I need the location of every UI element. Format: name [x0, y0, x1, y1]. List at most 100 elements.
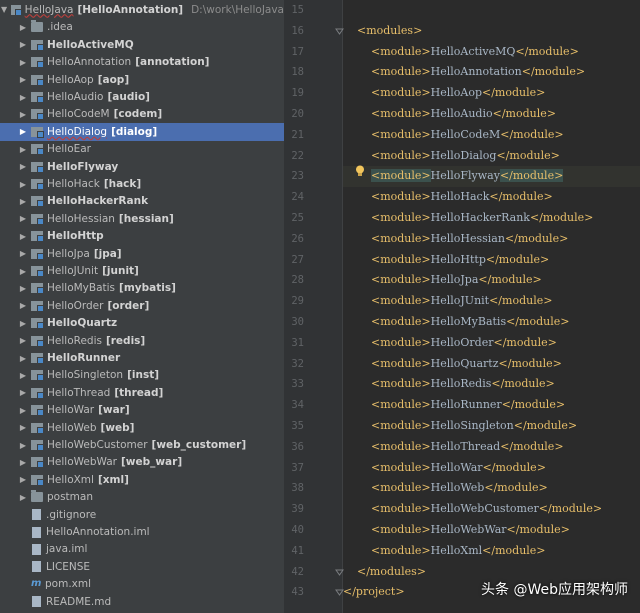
module-folder-icon: [31, 74, 44, 86]
tree-item[interactable]: ▶ HelloDialog [dialog]: [0, 123, 284, 141]
code-line[interactable]: <module>HelloQuartz</module>: [343, 354, 640, 375]
chevron-right-icon[interactable]: ▶: [18, 127, 28, 136]
tree-item[interactable]: ▶ HelloEar: [0, 141, 284, 158]
code-line[interactable]: <module>HelloWeb</module>: [343, 478, 640, 499]
chevron-right-icon[interactable]: ▶: [18, 354, 28, 363]
chevron-right-icon[interactable]: ▶: [18, 423, 28, 432]
chevron-down-icon[interactable]: ▼: [0, 5, 8, 14]
tree-item[interactable]: ▶ HelloRunner: [0, 349, 284, 366]
chevron-right-icon[interactable]: ▶: [18, 180, 28, 189]
code-line[interactable]: <module>HelloRedis</module>: [343, 374, 640, 395]
tree-item[interactable]: ▶ HelloHackerRank: [0, 193, 284, 210]
chevron-right-icon[interactable]: ▶: [18, 162, 28, 171]
chevron-right-icon[interactable]: ▶: [18, 93, 28, 102]
tree-file[interactable]: java.iml: [0, 541, 284, 558]
code-line[interactable]: <module>HelloHttp</module>: [343, 250, 640, 271]
tree-item[interactable]: ▶ HelloJpa [jpa]: [0, 245, 284, 262]
tree-item[interactable]: ▶ HelloHttp: [0, 228, 284, 245]
chevron-right-icon[interactable]: ▶: [18, 284, 28, 293]
code-line[interactable]: <module>HelloXml</module>: [343, 541, 640, 562]
tree-item[interactable]: ▶ HelloThread [thread]: [0, 384, 284, 401]
code-line[interactable]: <module>HelloThread</module>: [343, 437, 640, 458]
chevron-right-icon[interactable]: ▶: [18, 214, 28, 223]
code-line[interactable]: <module>HelloHessian</module>: [343, 229, 640, 250]
tree-item[interactable]: ▶ HelloQuartz: [0, 315, 284, 332]
module-name: HelloXml: [430, 543, 483, 557]
chevron-right-icon[interactable]: ▶: [18, 301, 28, 310]
chevron-right-icon[interactable]: ▶: [18, 75, 28, 84]
code-line[interactable]: <module>HelloMyBatis</module>: [343, 312, 640, 333]
code-line[interactable]: <module>HelloJUnit</module>: [343, 291, 640, 312]
code-line[interactable]: <module>HelloWebCustomer</module>: [343, 499, 640, 520]
chevron-right-icon[interactable]: ▶: [18, 441, 28, 450]
chevron-right-icon[interactable]: ▶: [18, 197, 28, 206]
chevron-right-icon[interactable]: ▶: [18, 475, 28, 484]
tree-file[interactable]: LICENSE: [0, 558, 284, 575]
tree-item[interactable]: ▶ HelloAnnotation [annotation]: [0, 54, 284, 71]
chevron-right-icon[interactable]: ▶: [18, 58, 28, 67]
code-line[interactable]: <module>HelloWar</module>: [343, 458, 640, 479]
tree-file[interactable]: .gitignore: [0, 506, 284, 523]
tree-item[interactable]: ▶ HelloHessian [hessian]: [0, 210, 284, 227]
tree-item[interactable]: ▶ HelloRedis [redis]: [0, 332, 284, 349]
tree-item[interactable]: ▶ HelloAop [aop]: [0, 71, 284, 88]
tree-item[interactable]: ▶ HelloActiveMQ: [0, 36, 284, 53]
lightbulb-icon[interactable]: [355, 165, 365, 177]
chevron-right-icon[interactable]: ▶: [18, 145, 28, 154]
code-line[interactable]: <modules>: [343, 21, 640, 42]
chevron-right-icon[interactable]: ▶: [18, 232, 28, 241]
chevron-right-icon[interactable]: ▶: [18, 23, 28, 32]
tree-item[interactable]: ▶ HelloWebCustomer [web_customer]: [0, 436, 284, 453]
tree-item[interactable]: ▶ HelloWar [war]: [0, 402, 284, 419]
chevron-right-icon[interactable]: ▶: [18, 493, 28, 502]
chevron-right-icon[interactable]: ▶: [18, 406, 28, 415]
tree-item[interactable]: ▶ HelloWeb [web]: [0, 419, 284, 436]
tree-item[interactable]: ▶ HelloAudio [audio]: [0, 88, 284, 105]
tree-item[interactable]: ▶ HelloXml [xml]: [0, 471, 284, 488]
code-line[interactable]: <module>HelloHackerRank</module>: [343, 208, 640, 229]
code-line[interactable]: <module>HelloJpa</module>: [343, 270, 640, 291]
chevron-right-icon[interactable]: ▶: [18, 249, 28, 258]
code-line[interactable]: <module>HelloWebWar</module>: [343, 520, 640, 541]
tree-file[interactable]: m pom.xml: [0, 576, 284, 593]
chevron-right-icon[interactable]: ▶: [18, 371, 28, 380]
code-line[interactable]: <module>HelloActiveMQ</module>: [343, 42, 640, 63]
code-line[interactable]: [343, 0, 640, 21]
chevron-right-icon[interactable]: ▶: [18, 319, 28, 328]
chevron-right-icon[interactable]: ▶: [18, 40, 28, 49]
code-line[interactable]: <module>HelloSingleton</module>: [343, 416, 640, 437]
tree-item[interactable]: ▶ HelloMyBatis [mybatis]: [0, 280, 284, 297]
line-number: 27: [291, 253, 304, 266]
tree-item[interactable]: ▶ HelloFlyway: [0, 158, 284, 175]
tree-item[interactable]: ▶ HelloCodeM [codem]: [0, 106, 284, 123]
tree-item[interactable]: ▶ HelloWebWar [web_war]: [0, 454, 284, 471]
code-line[interactable]: <module>HelloHack</module>: [343, 187, 640, 208]
tree-item-label: HelloSingleton: [47, 369, 124, 382]
project-tree[interactable]: ▼ HelloJava [HelloAnnotation] D:\work\He…: [0, 0, 284, 613]
tree-item[interactable]: ▶ HelloJUnit [junit]: [0, 262, 284, 279]
tree-item[interactable]: ▶ HelloSingleton [inst]: [0, 367, 284, 384]
code-line[interactable]: <module>HelloCodeM</module>: [343, 125, 640, 146]
chevron-right-icon[interactable]: ▶: [18, 458, 28, 467]
tree-item[interactable]: ▶ .idea: [0, 19, 284, 36]
code-line[interactable]: <module>HelloFlyway</module>: [343, 166, 640, 188]
chevron-right-icon[interactable]: ▶: [18, 336, 28, 345]
tree-item[interactable]: ▶ HelloHack [hack]: [0, 175, 284, 192]
chevron-right-icon[interactable]: ▶: [18, 110, 28, 119]
fold-marker-icon[interactable]: [335, 588, 344, 597]
code-line[interactable]: <module>HelloRunner</module>: [343, 395, 640, 416]
code-line[interactable]: <module>HelloAop</module>: [343, 83, 640, 104]
code-line[interactable]: <module>HelloAnnotation</module>: [343, 62, 640, 83]
chevron-right-icon[interactable]: ▶: [18, 267, 28, 276]
code-line[interactable]: <module>HelloAudio</module>: [343, 104, 640, 125]
tree-file[interactable]: README.md: [0, 593, 284, 610]
tree-item[interactable]: ▶ postman: [0, 489, 284, 506]
tree-root[interactable]: ▼ HelloJava [HelloAnnotation] D:\work\He…: [0, 1, 284, 18]
tree-item[interactable]: ▶ HelloOrder [order]: [0, 297, 284, 314]
code-line[interactable]: <module>HelloDialog</module>: [343, 146, 640, 167]
chevron-right-icon[interactable]: ▶: [18, 388, 28, 397]
code-line[interactable]: <module>HelloOrder</module>: [343, 333, 640, 354]
tree-file[interactable]: HelloAnnotation.iml: [0, 523, 284, 540]
fold-marker-icon[interactable]: [335, 568, 344, 577]
fold-marker-icon[interactable]: [335, 27, 344, 36]
